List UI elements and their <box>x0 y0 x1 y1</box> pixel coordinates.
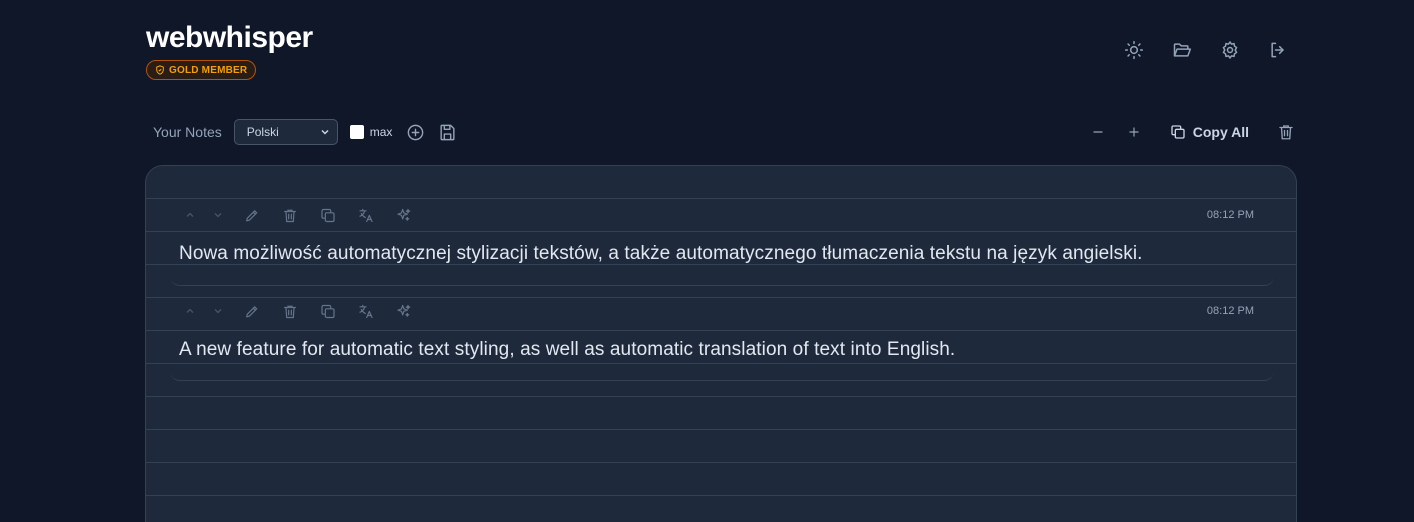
delete-note-button[interactable] <box>282 303 298 319</box>
sparkles-icon <box>397 304 411 317</box>
copy-icon <box>321 208 335 222</box>
shield-check-icon <box>156 65 164 75</box>
copy-note-button[interactable] <box>320 207 336 223</box>
open-folder-button[interactable] <box>1170 38 1194 62</box>
add-note-button[interactable] <box>404 121 426 143</box>
plus-circle-icon <box>407 124 424 140</box>
max-label: max <box>369 125 393 139</box>
badge-label: GOLD MEMBER <box>169 64 248 76</box>
note-actions <box>182 295 434 327</box>
chevron-down-icon <box>214 213 222 218</box>
copy-icon <box>1171 125 1185 139</box>
your-notes-label: Your Notes <box>153 124 222 140</box>
delete-all-button[interactable] <box>1275 121 1297 143</box>
zoom-out-button[interactable] <box>1086 120 1110 144</box>
copy-icon <box>321 304 335 318</box>
language-select-value: Polski <box>246 125 279 139</box>
ai-style-note-button[interactable] <box>396 303 412 319</box>
note-item: 08:12 PM Nowa możliwość automatycznej st… <box>170 199 1274 286</box>
gold-member-badge: GOLD MEMBER <box>146 60 257 80</box>
note-text[interactable]: A new feature for automatic text styling… <box>179 339 955 361</box>
app-header: webwhisper GOLD MEMBER <box>146 22 313 80</box>
copy-note-button[interactable] <box>320 303 336 319</box>
translate-icon <box>359 208 373 222</box>
language-select[interactable]: Polski <box>233 119 338 145</box>
settings-button[interactable] <box>1218 38 1242 62</box>
translate-note-button[interactable] <box>358 303 374 319</box>
folder-open-icon <box>1173 43 1192 57</box>
note-timestamp: 08:12 PM <box>1206 209 1254 221</box>
chevron-down-icon <box>321 129 329 135</box>
note-timestamp: 08:12 PM <box>1206 305 1254 317</box>
move-down-button[interactable] <box>210 207 226 223</box>
translate-note-button[interactable] <box>358 207 374 223</box>
theme-toggle-button[interactable] <box>1122 38 1146 62</box>
copy-all-button[interactable]: Copy All <box>1170 124 1249 140</box>
ai-style-note-button[interactable] <box>396 207 412 223</box>
move-up-button[interactable] <box>182 207 198 223</box>
edit-note-button[interactable] <box>244 303 260 319</box>
trash-icon <box>284 209 296 222</box>
chevron-up-icon <box>186 212 194 217</box>
edit-note-button[interactable] <box>244 207 260 223</box>
plus-icon <box>1129 127 1139 137</box>
chevron-down-icon <box>214 309 222 314</box>
minus-icon <box>1093 131 1103 133</box>
top-icon-bar <box>1122 38 1290 62</box>
translate-icon <box>359 304 373 318</box>
delete-note-button[interactable] <box>282 207 298 223</box>
copy-all-label: Copy All <box>1192 124 1249 140</box>
max-checkbox[interactable] <box>349 125 364 139</box>
move-up-button[interactable] <box>182 303 198 319</box>
zoom-in-button[interactable] <box>1122 120 1146 144</box>
logout-icon <box>1271 42 1284 58</box>
notes-panel: 08:12 PM Nowa możliwość automatycznej st… <box>145 165 1297 522</box>
gear-icon <box>1222 40 1238 60</box>
app-title: webwhisper <box>146 21 313 54</box>
note-text[interactable]: Nowa możliwość automatycznej stylizacji … <box>179 243 1143 265</box>
note-item: 08:12 PM A new feature for automatic tex… <box>170 295 1274 381</box>
pencil-icon <box>246 305 258 317</box>
pencil-icon <box>246 209 258 221</box>
notes-toolbar: Your Notes Polski max Copy All <box>153 118 1297 146</box>
trash-icon <box>1279 125 1293 140</box>
save-icon <box>440 124 455 140</box>
note-actions <box>182 199 434 231</box>
save-button[interactable] <box>436 121 458 143</box>
logout-button[interactable] <box>1266 38 1290 62</box>
chevron-up-icon <box>186 308 194 313</box>
trash-icon <box>284 305 296 318</box>
sparkles-icon <box>397 208 411 221</box>
move-down-button[interactable] <box>210 303 226 319</box>
sun-icon <box>1124 40 1144 60</box>
